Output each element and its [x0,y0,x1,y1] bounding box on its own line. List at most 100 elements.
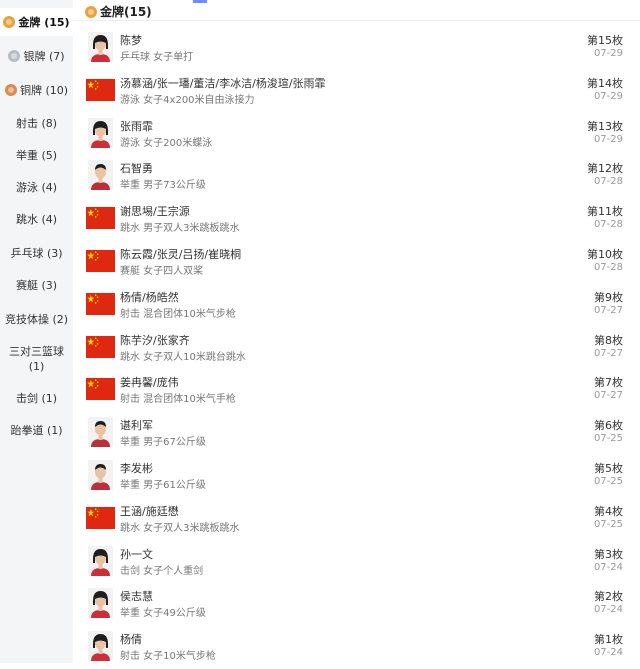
sidebar-item[interactable]: 举重 (5) [0,142,73,168]
medal-date: 07-25 [593,433,623,444]
athlete-name: 杨倩/杨皓然 [120,291,179,304]
sidebar-item[interactable]: 跳水 (4) [0,206,73,232]
event-detail: 跳水 女子双人10米跳台跳水 [120,352,246,363]
sidebar-item-label: 铜牌 (10) [19,83,69,97]
medal-date: 07-25 [593,476,623,487]
medal-rank: 第7枚 [594,376,623,389]
athlete-name: 杨倩 [120,633,142,646]
medal-row[interactable]: 孙一文 击剑 女子个人重剑 第3枚 07-24 [73,542,640,584]
event-detail: 乒乓球 女子单打 [120,52,194,63]
sidebar-item[interactable]: 击剑 (1) [0,385,73,411]
sidebar-item[interactable]: 跆拳道 (1) [0,417,73,443]
event-detail: 击剑 女子个人重剑 [120,566,204,577]
athlete-name: 侯志慧 [120,590,153,603]
medal-date: 07-25 [593,519,623,530]
medal-row[interactable]: 谌利军 举重 男子67公斤级 第6枚 07-25 [73,413,640,455]
sidebar-item[interactable]: 金牌 (15) [0,8,73,36]
sidebar-item-label: 跆拳道 (1) [10,423,63,437]
medal-rank: 第9枚 [594,291,623,304]
gold-medal-icon [85,5,97,18]
sidebar-item[interactable]: 银牌 (7) [0,42,73,70]
athlete-name: 陈云霞/张灵/吕扬/崔晓桐 [120,248,242,261]
sidebar-item[interactable]: 乒乓球 (3) [0,240,73,266]
medal-rank: 第4枚 [594,505,623,518]
athlete-name: 谌利军 [120,419,153,432]
china-flag-icon [86,507,115,529]
category-sidebar: 金牌 (15) 银牌 (7) 铜牌 (10) 射击 (8) 举重 (5) 游泳 (4) 跳水… [0,0,73,663]
athlete-avatar [88,118,113,148]
sidebar-item-label: 射击 (8) [15,116,58,130]
china-flag-icon [86,250,115,272]
medal-row[interactable]: 陈云霞/张灵/吕扬/崔晓桐 赛艇 女子四人双桨 第10枚 07-28 [73,242,640,284]
medal-row[interactable]: 石智勇 举重 男子73公斤级 第12枚 07-28 [73,156,640,198]
sidebar-item[interactable]: 三对三篮球 (1) [0,341,73,377]
sidebar-item-label: 乒乓球 (3) [10,246,63,260]
athlete-name: 姜冉馨/庞伟 [120,376,179,389]
medal-rank: 第15枚 [587,34,623,47]
event-detail: 射击 混合团体10米气步枪 [120,309,236,320]
sidebar-item[interactable]: 射击 (8) [0,110,73,136]
athlete-name: 陈芋汐/张家齐 [120,334,190,347]
medal-row[interactable]: 侯志慧 举重 女子49公斤级 第2枚 07-24 [73,584,640,626]
china-flag-icon [86,207,115,229]
sidebar-item[interactable]: 竞技体操 (2) [0,306,73,332]
medal-date: 07-29 [593,48,623,59]
athlete-name: 孙一文 [120,548,153,561]
medal-rank: 第2枚 [594,590,623,603]
sidebar-item-label: 银牌 (7) [23,49,65,63]
medal-row[interactable]: 王涵/施廷懋 跳水 女子双人3米跳板跳水 第4枚 07-25 [73,499,640,541]
china-flag-icon [86,79,115,101]
athlete-name: 汤慕涵/张一璠/董洁/李冰洁/杨浚瑄/张雨霏 [120,77,326,90]
sidebar-item[interactable]: 游泳 (4) [0,174,73,200]
gold-medal-icon [3,16,16,28]
athlete-avatar [88,32,113,62]
medal-date: 07-29 [593,91,623,102]
sidebar-item-label: 金牌 (15) [18,15,70,29]
sidebar-item-label: 三对三篮球 (1) [9,345,64,373]
athlete-avatar [88,631,113,661]
china-flag-icon [86,293,115,315]
bronze-medal-icon [4,84,17,96]
athlete-avatar [88,588,113,618]
medal-date: 07-27 [593,390,623,401]
event-detail: 射击 女子10米气步枪 [120,651,216,662]
medal-row[interactable]: 陈芋汐/张家齐 跳水 女子双人10米跳台跳水 第8枚 07-27 [73,328,640,370]
medal-rank: 第13枚 [587,120,623,133]
medal-row[interactable]: 张雨霏 游泳 女子200米蝶泳 第13枚 07-29 [73,114,640,156]
athlete-name: 谢思埸/王宗源 [120,205,190,218]
medal-date: 07-28 [593,219,623,230]
medal-row[interactable]: 汤慕涵/张一璠/董洁/李冰洁/杨浚瑄/张雨霏 游泳 女子4x200米自由泳接力 第1… [73,71,640,113]
event-detail: 跳水 男子双人3米跳板跳水 [120,223,240,234]
athlete-name: 陈梦 [120,34,142,47]
athlete-name: 石智勇 [120,162,153,175]
medal-rank: 第10枚 [587,248,623,261]
medal-row[interactable]: 陈梦乒乓球 女子单打 第15枚 07-29 [73,28,640,70]
event-detail: 游泳 女子4x200米自由泳接力 [120,95,255,106]
medal-row[interactable]: 姜冉馨/庞伟射击 混合团体10米气手枪 第7枚 07-27 [73,370,640,412]
event-detail: 射击 混合团体10米气手枪 [120,394,236,405]
athlete-avatar [88,160,113,190]
medal-rank: 第6枚 [594,419,623,432]
medal-date: 07-24 [593,604,623,615]
china-flag-icon [86,378,115,400]
event-detail: 举重 男子73公斤级 [120,180,206,191]
china-flag-icon [86,336,115,358]
medal-row[interactable]: 李发彬 举重 男子61公斤级 第5枚 07-25 [73,456,640,498]
sidebar-item[interactable]: 铜牌 (10) [0,76,73,104]
medal-rank: 第14枚 [587,77,623,90]
medal-row[interactable]: 杨倩/杨皓然 射击 混合团体10米气步枪 第9枚 07-27 [73,285,640,327]
athlete-avatar [88,417,113,447]
silver-medal-icon [8,50,21,62]
medal-rank: 第3枚 [594,548,623,561]
athlete-avatar [88,460,113,490]
event-detail: 跳水 女子双人3米跳板跳水 [120,523,240,534]
medal-row[interactable]: 谢思埸/王宗源 跳水 男子双人3米跳板跳水 第11枚 07-28 [73,199,640,241]
medal-date: 07-29 [593,134,623,145]
medal-rank: 第5枚 [594,462,623,475]
sidebar-item-label: 赛艇 (3) [15,278,58,292]
sidebar-item[interactable]: 赛艇 (3) [0,272,73,298]
section-title: 金牌(15) [85,3,152,20]
scroll-indicator [193,0,207,3]
sidebar-item-label: 举重 (5) [15,148,58,162]
medal-rank: 第8枚 [594,334,623,347]
